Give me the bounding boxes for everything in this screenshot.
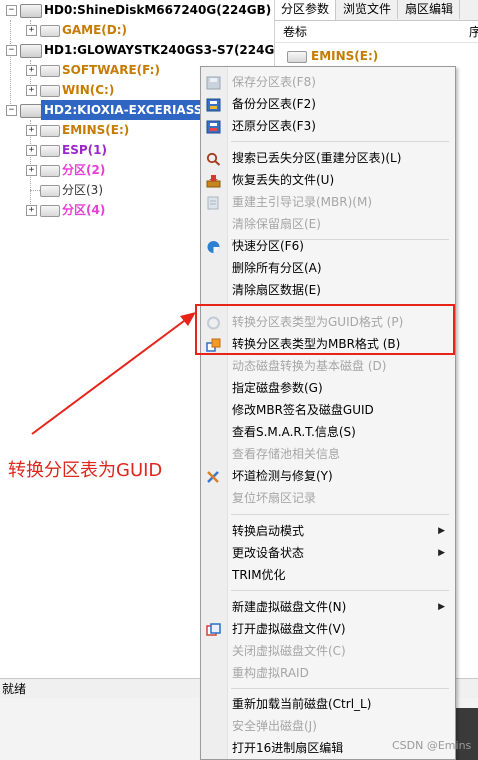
tab-bar: 分区参数 浏览文件 扇区编辑 <box>275 0 478 21</box>
menu-item-reload-disk[interactable]: 重新加载当前磁盘(Ctrl_L) <box>201 693 455 715</box>
disk-label-selected: HD2:KIOXIA-EXCERIASSD <box>41 100 216 120</box>
menu-item-switch-boot-mode[interactable]: 转换启动模式 ▶ <box>201 520 455 542</box>
menu-item-new-virtual-disk[interactable]: 新建虚拟磁盘文件(N) ▶ <box>201 596 455 618</box>
collapse-icon[interactable]: − <box>6 45 17 56</box>
expand-icon[interactable]: + <box>26 65 37 76</box>
table-row[interactable]: EMINS(E:) <box>275 46 478 66</box>
menu-item-bad-sector-check[interactable]: 坏道检测与修复(Y) <box>201 465 455 487</box>
magnifier-icon <box>206 151 221 166</box>
menu-item-open-virtual-disk[interactable]: 打开虚拟磁盘文件(V) <box>201 618 455 640</box>
taskbar-fragment <box>455 708 478 760</box>
menu-item-convert-to-mbr[interactable]: 转换分区表类型为MBR格式 (B) <box>201 333 455 355</box>
quick-partition-icon <box>206 239 221 253</box>
partition-label: WIN(C:) <box>62 83 115 97</box>
row-volume-label: EMINS(E:) <box>311 49 379 63</box>
disk-icon <box>20 44 42 58</box>
disk-icon <box>20 4 42 18</box>
menu-separator <box>231 688 449 689</box>
submenu-arrow-icon: ▶ <box>438 526 445 536</box>
partition-icon <box>40 205 60 217</box>
menu-separator <box>231 590 449 591</box>
menu-item-view-smart[interactable]: 查看S.M.A.R.T.信息(S) <box>201 421 455 443</box>
menu-item-trim[interactable]: TRIM优化 <box>201 564 455 586</box>
submenu-arrow-icon: ▶ <box>438 602 445 612</box>
menu-item-safe-eject[interactable]: 安全弹出磁盘(J) <box>201 715 455 737</box>
convert-mbr-icon <box>206 337 221 352</box>
partition-label: 分区(3) <box>62 183 103 197</box>
menu-item-quick-partition[interactable]: 快速分区(F6) <box>201 235 455 257</box>
disk-icon <box>20 104 42 118</box>
partition-label: EMINS(E:) <box>62 123 130 137</box>
expand-icon[interactable]: + <box>26 205 37 216</box>
column-header-seq[interactable]: 序 <box>469 22 478 42</box>
menu-item-view-storage-pool[interactable]: 查看存储池相关信息 <box>201 443 455 465</box>
menu-item-set-disk-params[interactable]: 指定磁盘参数(G) <box>201 377 455 399</box>
tree-disk-hd0[interactable]: − HD0:ShineDiskM667240G(224GB) <box>0 0 272 20</box>
menu-item-delete-all-partitions[interactable]: 删除所有分区(A) <box>201 257 455 279</box>
menu-item-restore-partition-table[interactable]: 还原分区表(F3) <box>201 115 455 137</box>
recover-files-icon <box>206 173 221 188</box>
partition-icon <box>40 185 60 197</box>
status-text: 就绪 <box>2 682 27 696</box>
expand-icon[interactable]: + <box>26 85 37 96</box>
collapse-icon[interactable]: − <box>6 105 17 116</box>
partition-icon <box>40 165 60 177</box>
menu-item-dynamic-to-basic[interactable]: 动态磁盘转换为基本磁盘 (D) <box>201 355 455 377</box>
menu-item-rebuild-virtual-raid[interactable]: 重构虚拟RAID <box>201 662 455 684</box>
tree-disk-hd1[interactable]: − HD1:GLOWAYSTK240GS3-S7(224GB) <box>0 40 289 60</box>
menu-separator <box>231 514 449 515</box>
table-header: 卷标 序 <box>275 22 478 43</box>
collapse-icon[interactable]: − <box>6 5 17 16</box>
menu-item-change-device-state[interactable]: 更改设备状态 ▶ <box>201 542 455 564</box>
menu-item-backup-partition-table[interactable]: 备份分区表(F2) <box>201 93 455 115</box>
tree-guide-line <box>30 190 40 191</box>
menu-item-convert-to-guid[interactable]: 转换分区表类型为GUID格式 (P) <box>201 311 455 333</box>
menu-item-save-partition-table[interactable]: 保存分区表(F8) <box>201 71 455 93</box>
partition-icon <box>40 25 60 37</box>
partition-icon <box>40 125 60 137</box>
partition-label: ESP(1) <box>62 143 107 157</box>
menu-item-search-lost-partitions[interactable]: 搜索已丢失分区(重建分区表)(L) <box>201 147 455 169</box>
partition-label: 分区(2) <box>62 163 106 177</box>
context-menu: 保存分区表(F8) 备份分区表(F2) 还原分区表(F3) 搜索已丢失分区(重建… <box>200 66 456 760</box>
menu-item-close-virtual-disk[interactable]: 关闭虚拟磁盘文件(C) <box>201 640 455 662</box>
convert-guid-icon <box>206 315 221 330</box>
watermark: CSDN @Emins <box>392 739 472 752</box>
expand-icon[interactable]: + <box>26 25 37 36</box>
expand-icon[interactable]: + <box>26 125 37 136</box>
tree-partition-game[interactable]: + GAME(D:) <box>0 20 272 40</box>
expand-icon[interactable]: + <box>26 165 37 176</box>
annotation-label: 转换分区表为GUID <box>8 460 163 481</box>
document-icon <box>206 195 221 210</box>
submenu-arrow-icon: ▶ <box>438 548 445 558</box>
column-header-volume[interactable]: 卷标 <box>283 22 307 42</box>
partition-label: SOFTWARE(F:) <box>62 63 160 77</box>
disk-label: HD0:ShineDiskM667240G(224GB) <box>44 3 272 17</box>
menu-item-clear-reserved-sectors[interactable]: 清除保留扇区(E) <box>201 213 455 235</box>
tab-partition-params[interactable]: 分区参数 <box>275 0 337 20</box>
partition-icon <box>287 51 307 63</box>
backup-icon <box>206 97 221 112</box>
partition-icon <box>40 145 60 157</box>
partition-icon <box>40 85 60 97</box>
expand-icon[interactable]: + <box>26 145 37 156</box>
menu-separator <box>231 141 449 142</box>
menu-item-recover-lost-files[interactable]: 恢复丢失的文件(U) <box>201 169 455 191</box>
tools-icon <box>206 469 221 483</box>
save-icon <box>206 75 221 90</box>
menu-item-rebuild-mbr[interactable]: 重建主引导记录(MBR)(M) <box>201 191 455 213</box>
menu-item-clear-sector-data[interactable]: 清除扇区数据(E) <box>201 279 455 301</box>
menu-item-reset-bad-sectors[interactable]: 复位坏扇区记录 <box>201 487 455 509</box>
partition-label: GAME(D:) <box>62 23 128 37</box>
virtual-disk-icon <box>206 622 221 636</box>
menu-item-modify-mbr-signature[interactable]: 修改MBR签名及磁盘GUID <box>201 399 455 421</box>
tab-browse-files[interactable]: 浏览文件 <box>337 0 399 19</box>
tab-sector-edit[interactable]: 扇区编辑 <box>399 0 461 19</box>
disk-label: HD1:GLOWAYSTK240GS3-S7(224GB) <box>44 43 289 57</box>
partition-icon <box>40 65 60 77</box>
menu-separator <box>231 304 449 305</box>
partition-label: 分区(4) <box>62 203 106 217</box>
restore-icon <box>206 119 221 134</box>
